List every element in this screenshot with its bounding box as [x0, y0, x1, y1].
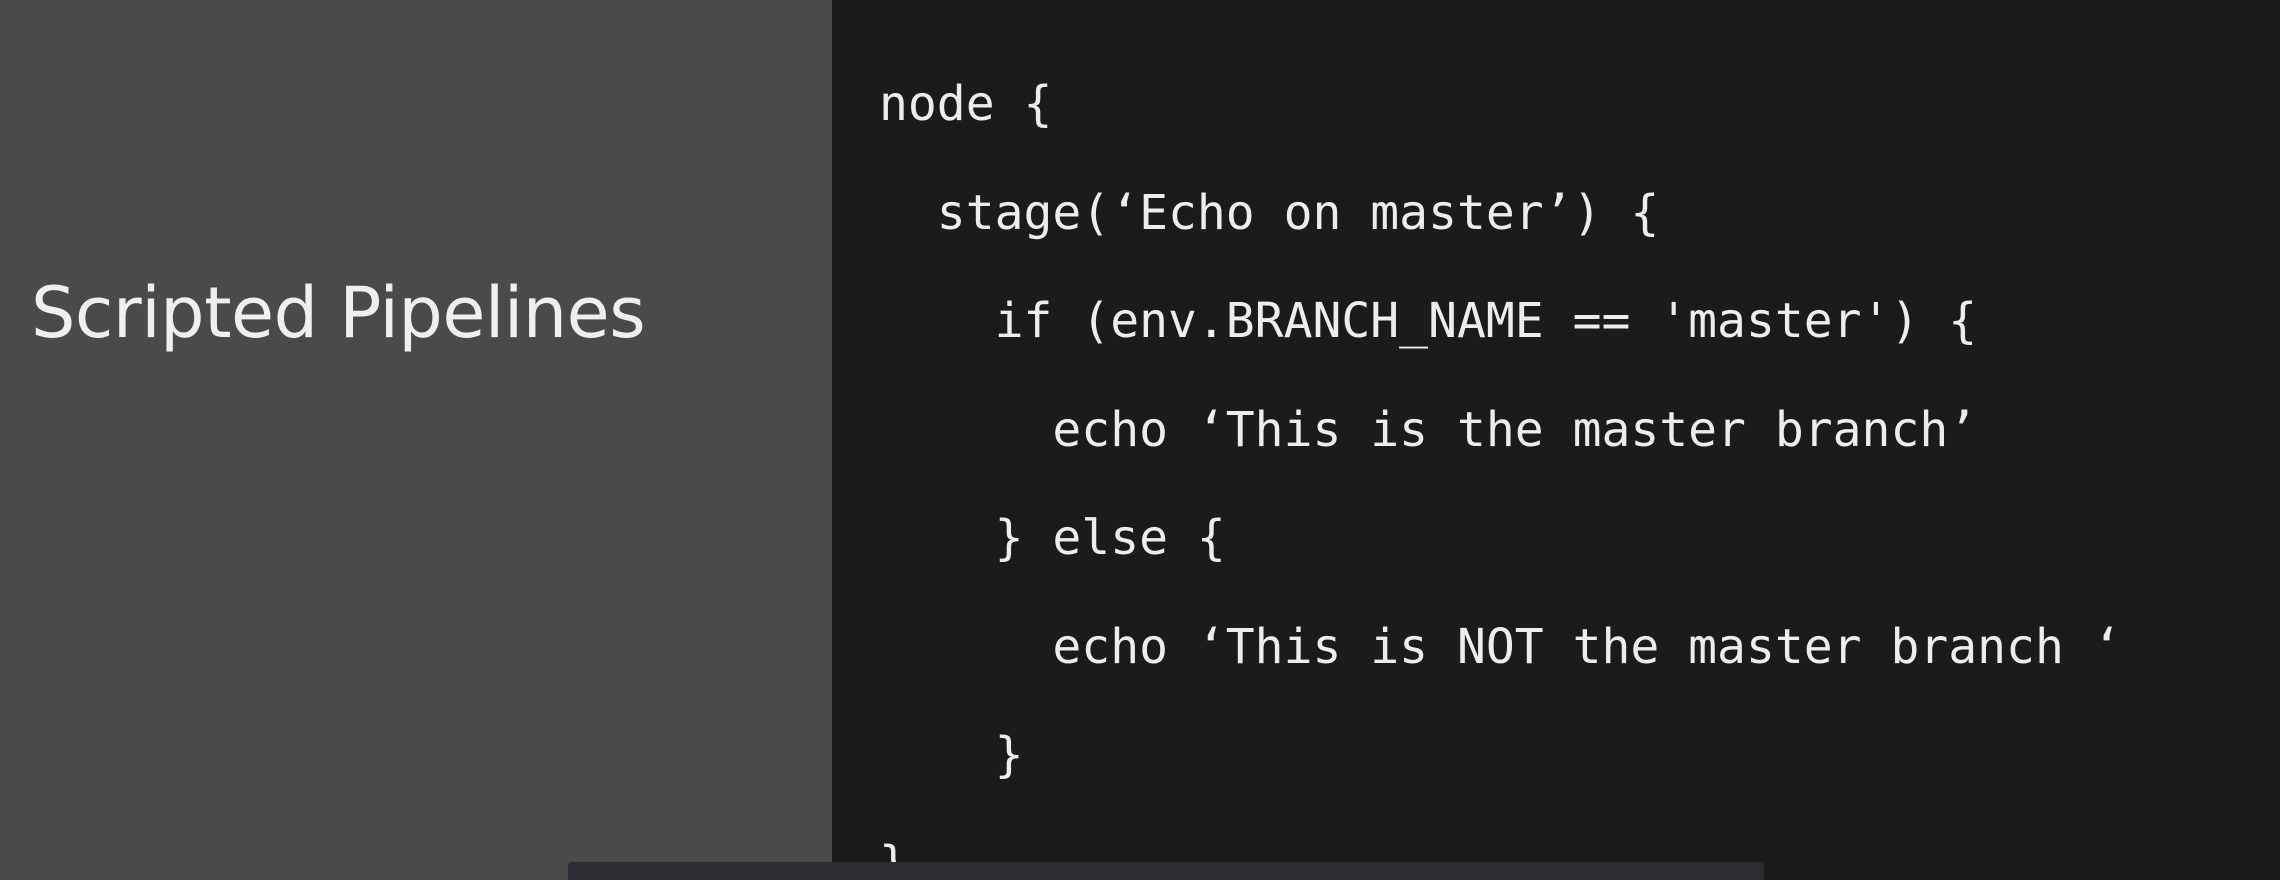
code-block: node { stage(‘Echo on master’) { if (env…: [879, 50, 2122, 880]
code-line-5: } else {: [879, 510, 1226, 566]
code-line-6: echo ‘This is NOT the master branch ‘: [879, 618, 2122, 675]
code-panel: node { stage(‘Echo on master’) { if (env…: [832, 0, 2280, 880]
code-line-3: if (env.BRANCH_NAME == 'master') {: [879, 293, 1978, 349]
bottom-scroll-bar[interactable]: [568, 862, 1764, 880]
slide-title: Scripted Pipelines: [31, 272, 646, 354]
code-line-7: }: [879, 727, 1024, 783]
code-line-2: stage(‘Echo on master’) {: [879, 184, 1660, 241]
code-line-1: node {: [879, 76, 1053, 132]
slide: Scripted Pipelines node { stage(‘Echo on…: [0, 0, 2280, 880]
code-line-4: echo ‘This is the master branch’: [879, 401, 1978, 458]
title-panel: Scripted Pipelines: [0, 0, 832, 880]
